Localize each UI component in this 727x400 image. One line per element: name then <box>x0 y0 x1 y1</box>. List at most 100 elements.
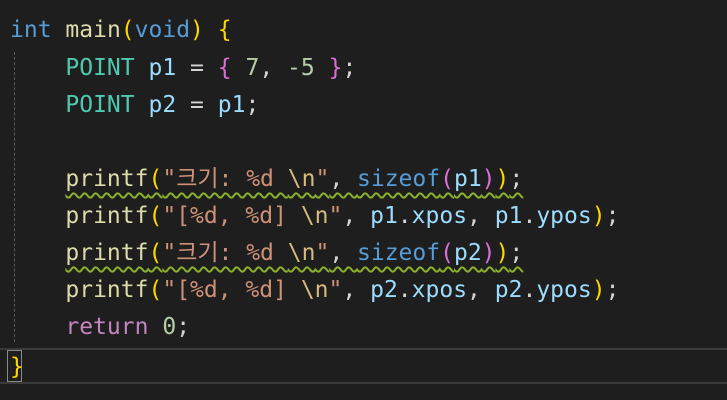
keyword-return: return <box>65 314 149 340</box>
string-literal: "[%d, %d] <box>162 203 301 229</box>
code-line-10[interactable]: } <box>10 349 24 386</box>
open-paren-2: ( <box>440 166 454 192</box>
assign-operator: = <box>176 55 218 81</box>
close-paren: ) <box>495 166 510 192</box>
string-literal: "크기: %d <box>162 240 288 266</box>
function-printf: printf <box>65 277 149 303</box>
init-close-brace: } <box>328 55 343 81</box>
field-xpos: xpos <box>411 203 468 229</box>
code-line-3[interactable]: POINT p2 = p1; <box>10 87 259 124</box>
field-ypos: ypos <box>536 277 592 303</box>
close-paren: ) <box>190 17 204 43</box>
semicolon: ; <box>342 55 357 81</box>
comma: , <box>467 277 495 303</box>
code-line-5[interactable]: printf("크기: %d \n", sizeof(p1)); <box>10 161 523 198</box>
keyword-int: int <box>10 17 52 43</box>
variable-p2: p2 <box>453 240 482 266</box>
string-quote: " <box>328 277 343 303</box>
variable-p2: p2 <box>148 92 177 118</box>
semicolon: ; <box>509 166 524 192</box>
number-minus-5: -5 <box>287 55 315 81</box>
comma: , <box>342 277 371 303</box>
member-dot: . <box>522 203 537 229</box>
open-paren: ( <box>148 166 163 192</box>
semicolon: ; <box>245 92 260 118</box>
comma: , <box>259 55 288 81</box>
close-paren: ) <box>591 277 606 303</box>
init-open-brace: { <box>217 55 232 81</box>
comma: , <box>467 203 495 229</box>
close-paren: ) <box>495 240 510 266</box>
code-line-9[interactable]: return 0; <box>10 309 190 346</box>
escape-newline: \n <box>300 203 329 229</box>
comma: , <box>329 240 358 266</box>
close-paren: ) <box>591 203 606 229</box>
open-paren: ( <box>120 17 135 43</box>
keyword-sizeof: sizeof <box>357 166 441 192</box>
string-quote: " <box>315 240 330 266</box>
close-paren-2: ) <box>481 240 496 266</box>
variable-p1: p1 <box>453 166 482 192</box>
open-paren: ( <box>148 277 163 303</box>
code-editor[interactable]: int main(void) { POINT p1 = { 7, -5 }; P… <box>0 0 727 400</box>
string-literal: "크기: %d <box>162 166 288 192</box>
number-0: 0 <box>162 314 177 340</box>
code-line-7[interactable]: printf("크기: %d \n", sizeof(p2)); <box>10 235 523 272</box>
keyword-sizeof: sizeof <box>357 240 441 266</box>
open-paren-2: ( <box>440 240 454 266</box>
variable-p1: p1 <box>494 203 523 229</box>
number-7: 7 <box>245 55 260 81</box>
close-brace: } <box>10 354 24 380</box>
member-dot: . <box>522 277 537 303</box>
variable-p2: p2 <box>494 277 523 303</box>
keyword-void: void <box>134 17 191 43</box>
comma: , <box>342 203 371 229</box>
current-line-highlight <box>0 348 727 384</box>
function-printf: printf <box>65 203 149 229</box>
escape-newline: \n <box>287 166 316 192</box>
variable-p2: p2 <box>370 277 398 303</box>
code-line-1[interactable]: int main(void) { <box>10 12 232 49</box>
member-dot: . <box>397 203 412 229</box>
close-paren-2: ) <box>481 166 496 192</box>
semicolon: ; <box>176 314 191 340</box>
escape-newline: \n <box>300 277 329 303</box>
type-point: POINT <box>65 92 135 118</box>
warning-squiggle[interactable]: printf("크기: %d \n", sizeof(p2)); <box>65 240 523 266</box>
field-ypos: ypos <box>536 203 592 229</box>
type-point: POINT <box>65 55 135 81</box>
escape-newline: \n <box>287 240 316 266</box>
code-line-6[interactable]: printf("[%d, %d] \n", p1.xpos, p1.ypos); <box>10 198 619 235</box>
member-dot: . <box>397 277 412 303</box>
assign-operator: = <box>176 92 218 118</box>
open-brace: { <box>217 17 232 43</box>
open-paren: ( <box>148 203 163 229</box>
function-printf: printf <box>65 240 149 266</box>
semicolon: ; <box>605 203 620 229</box>
code-line-8[interactable]: printf("[%d, %d] \n", p2.xpos, p2.ypos); <box>10 272 619 309</box>
string-quote: " <box>328 203 343 229</box>
semicolon: ; <box>605 277 620 303</box>
string-literal: "[%d, %d] <box>162 277 301 303</box>
variable-p1: p1 <box>148 55 177 81</box>
field-xpos: xpos <box>411 277 468 303</box>
code-line-2[interactable]: POINT p1 = { 7, -5 }; <box>10 50 356 87</box>
variable-p1: p1 <box>370 203 398 229</box>
warning-squiggle[interactable]: printf("크기: %d \n", sizeof(p1)); <box>65 166 523 192</box>
variable-p1: p1 <box>217 92 246 118</box>
function-name-main: main <box>65 17 121 43</box>
